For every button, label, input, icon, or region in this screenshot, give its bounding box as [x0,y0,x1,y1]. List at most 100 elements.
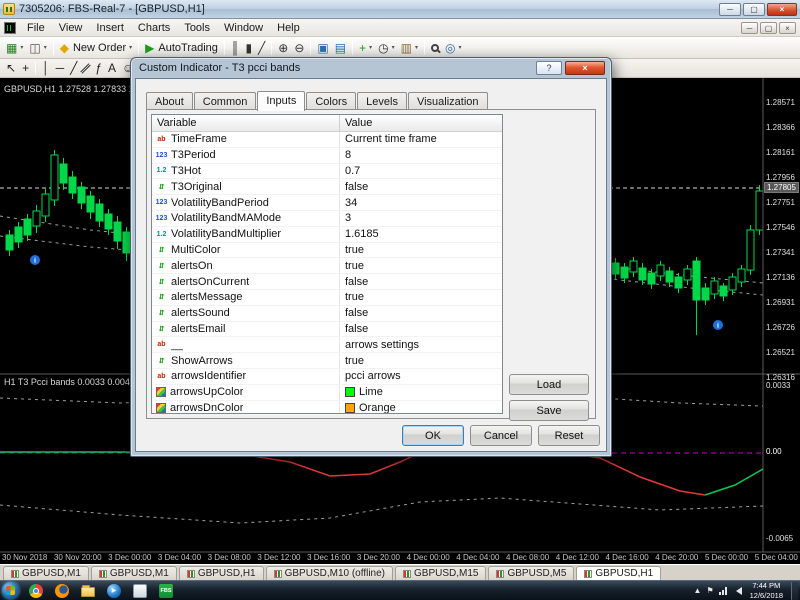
window-titlebar[interactable]: 7305206: FBS-Real-7 - [GBPUSD,H1] ─▢× [0,0,800,19]
bars-chart-button[interactable]: ║ [228,39,243,57]
chart-tab-gbpusd-m15[interactable]: GBPUSD,M15 [395,566,486,580]
param-row-ShowArrows[interactable]: ⇵ShowArrowstrue [152,353,502,369]
taskbar-clock[interactable]: 7:44 PM 12/6/2018 [750,581,783,600]
param-row-arrowsIdentifier[interactable]: abarrowsIdentifierpcci arrows [152,369,502,385]
cancel-button[interactable]: Cancel [470,425,532,446]
chart-tab-gbpusd-h1[interactable]: GBPUSD,H1 [179,566,264,580]
param-value-cell[interactable]: false [340,276,502,288]
candles-chart-button[interactable]: ▮ [242,39,255,57]
param-row-alertsSound[interactable]: ⇵alertsSoundfalse [152,306,502,322]
autotrading-button[interactable]: ▶AutoTrading [142,39,221,57]
maximize-button[interactable]: ▢ [743,3,765,16]
param-row-MultiColor[interactable]: ⇵MultiColortrue [152,243,502,259]
tile-windows-button[interactable]: ▣ [314,39,331,57]
param-value-cell[interactable]: false [340,181,502,193]
hidden-icons-button[interactable]: ▲ [694,586,702,595]
taskbar-app-fbs[interactable]: FBS [156,582,176,600]
param-value-cell[interactable]: Current time frame [340,133,502,145]
param-value-cell[interactable]: 1.6185 [340,228,502,240]
param-value-cell[interactable]: arrows settings [340,339,502,351]
param-value-cell[interactable]: false [340,307,502,319]
taskbar-app-media[interactable] [104,582,124,600]
param-row-__[interactable]: ab__arrows settings [152,337,502,353]
menu-view[interactable]: View [52,20,90,36]
periods-button[interactable]: ◷▾ [375,39,398,57]
param-value-cell[interactable]: true [340,355,502,367]
param-row-alertsEmail[interactable]: ⇵alertsEmailfalse [152,322,502,338]
vertical-line-tool[interactable]: │ [39,59,53,77]
menu-charts[interactable]: Charts [131,20,177,36]
chart-window-icon[interactable] [4,22,16,34]
taskbar-app-chrome[interactable] [26,582,46,600]
param-value-cell[interactable]: pcci arrows [340,370,502,382]
minimize-button[interactable]: ─ [719,3,741,16]
column-header-value[interactable]: Value [340,115,502,131]
crosshair-tool[interactable]: + [19,59,32,77]
param-value-cell[interactable]: Lime [340,386,502,398]
menu-window[interactable]: Window [217,20,270,36]
param-value-cell[interactable]: 3 [340,212,502,224]
volume-icon[interactable] [732,587,742,595]
menu-help[interactable]: Help [270,20,307,36]
new-chart-button[interactable]: ▦▾ [3,39,26,57]
child-restore-button[interactable]: ▢ [760,22,777,34]
column-header-variable[interactable]: Variable [152,115,340,131]
zoom-in-button[interactable]: ⊕ [275,39,291,57]
ok-button[interactable]: OK [402,425,464,446]
horizontal-line-tool[interactable]: ─ [53,59,68,77]
dialog-titlebar[interactable]: Custom Indicator - T3 pcci bands ?× [135,58,607,78]
param-row-VolatilityBandMultiplier[interactable]: 1.2VolatilityBandMultiplier1.6185 [152,227,502,243]
reset-button[interactable]: Reset [538,425,600,446]
profiles-button[interactable]: ◫▾ [26,39,49,57]
trendline-tool[interactable]: ╱ [67,59,80,77]
close-button[interactable]: × [767,3,797,16]
channel-tool[interactable]: ∥ [80,59,92,77]
dialog-help-button[interactable]: ? [536,61,562,75]
child-close-button[interactable]: × [779,22,796,34]
community-button[interactable]: ◎▾ [442,39,465,57]
action-center-icon[interactable]: ⚑ [706,586,713,595]
dialog-tab-inputs[interactable]: Inputs [257,91,305,111]
param-row-TimeFrame[interactable]: abTimeFrameCurrent time frame [152,132,502,148]
indicators-button[interactable]: +▾ [356,39,375,57]
param-value-cell[interactable]: true [340,291,502,303]
param-row-VolatilityBandPeriod[interactable]: 123VolatilityBandPeriod34 [152,195,502,211]
chart-tab-gbpusd-h1[interactable]: GBPUSD,H1 [576,566,661,580]
param-value-cell[interactable]: 34 [340,197,502,209]
param-row-VolatilityBandMAMode[interactable]: 123VolatilityBandMAMode3 [152,211,502,227]
param-row-arrowsUpColor[interactable]: arrowsUpColorLime [152,385,502,401]
param-row-arrowsDnColor[interactable]: arrowsDnColorOrange [152,401,502,414]
line-chart-button[interactable]: ╱ [255,39,268,57]
start-button[interactable] [2,582,19,599]
chart-tab-gbpusd-m1[interactable]: GBPUSD,M1 [3,566,89,580]
fibonacci-tool[interactable]: ƒ [92,59,105,77]
param-value-cell[interactable]: 8 [340,149,502,161]
param-value-cell[interactable]: true [340,244,502,256]
menu-tools[interactable]: Tools [177,20,217,36]
param-row-T3Hot[interactable]: 1.2T3Hot0.7 [152,164,502,180]
taskbar-app-folder[interactable] [78,582,98,600]
chart-tab-gbpusd-m5[interactable]: GBPUSD,M5 [488,566,574,580]
param-row-T3Original[interactable]: ⇵T3Originalfalse [152,179,502,195]
child-minimize-button[interactable]: ─ [741,22,758,34]
cursor-tool[interactable]: ↖ [3,59,19,77]
text-tool[interactable]: A [105,59,119,77]
param-value-cell[interactable]: Orange [340,402,502,414]
arrange-windows-button[interactable]: ▤ [332,39,349,57]
load-button[interactable]: Load [509,374,589,395]
taskbar-app-firefox[interactable] [52,582,72,600]
templates-button[interactable]: ▥▾ [398,39,421,57]
param-row-alertsOnCurrent[interactable]: ⇵alertsOnCurrentfalse [152,274,502,290]
network-icon[interactable] [719,587,727,595]
param-row-alertsOn[interactable]: ⇵alertsOntrue [152,258,502,274]
menu-file[interactable]: File [20,20,52,36]
param-row-alertsMessage[interactable]: ⇵alertsMessagetrue [152,290,502,306]
param-value-cell[interactable]: false [340,323,502,335]
zoom-out-button[interactable]: ⊖ [291,39,307,57]
search-button[interactable] [428,39,442,57]
param-value-cell[interactable]: 0.7 [340,165,502,177]
save-button[interactable]: Save [509,400,589,421]
menu-insert[interactable]: Insert [89,20,131,36]
param-value-cell[interactable]: true [340,260,502,272]
param-row-T3Period[interactable]: 123T3Period8 [152,148,502,164]
